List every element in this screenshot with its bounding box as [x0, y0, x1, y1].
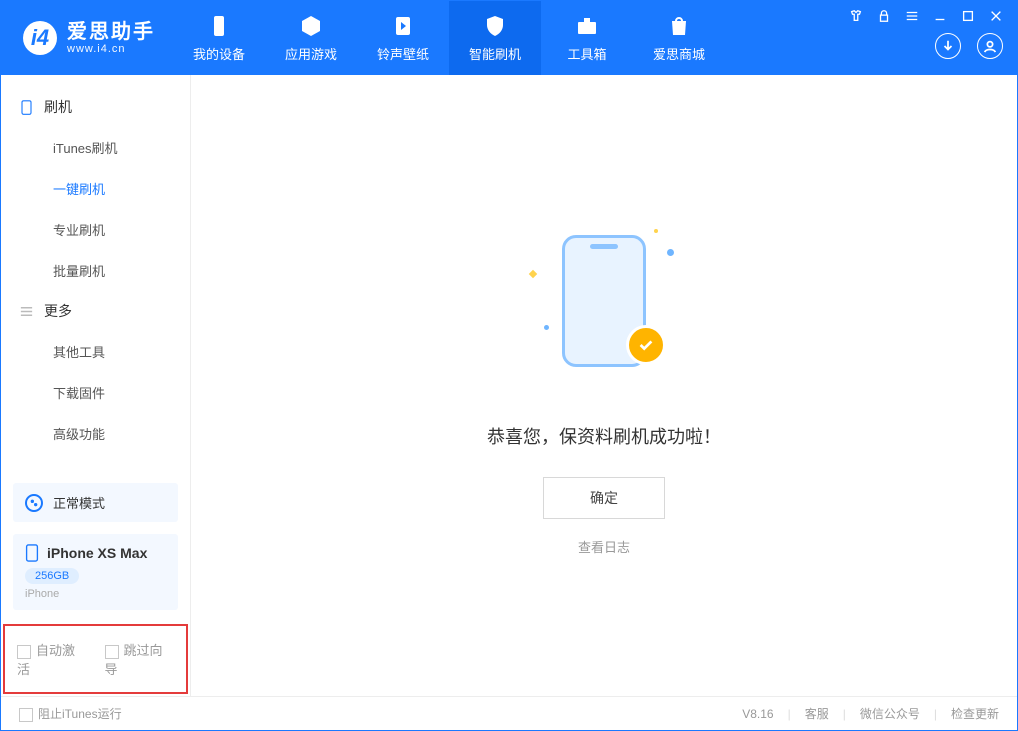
group-label: 刷机	[44, 97, 72, 117]
menu-icon[interactable]	[905, 9, 919, 25]
app-url: www.i4.cn	[67, 43, 155, 55]
nav-ringtones[interactable]: 铃声壁纸	[357, 1, 449, 75]
sidebar-group-more: 更多	[1, 291, 190, 331]
sidebar: 刷机 iTunes刷机 一键刷机 专业刷机 批量刷机 更多 其他工具 下载固件 …	[1, 75, 191, 696]
cube-icon	[299, 14, 323, 38]
download-icon[interactable]	[935, 33, 961, 59]
auto-activate-checkbox[interactable]: 自动激活	[17, 640, 87, 678]
device-card[interactable]: iPhone XS Max 256GB iPhone	[13, 534, 178, 610]
device-icon	[19, 100, 34, 115]
header-actions	[935, 33, 1003, 59]
main-content: 恭喜您，保资料刷机成功啦！ 确定 查看日志	[191, 75, 1017, 696]
device-capacity: 256GB	[25, 568, 79, 584]
phone-icon	[207, 14, 231, 38]
logo-text: 爱思助手 www.i4.cn	[67, 21, 155, 55]
device-name-row: iPhone XS Max	[25, 544, 166, 562]
nav-flash[interactable]: 智能刷机	[449, 1, 541, 75]
block-itunes-label: 阻止iTunes运行	[38, 707, 122, 721]
mode-card[interactable]: 正常模式	[13, 483, 178, 522]
sidebar-options: 自动激活 跳过向导	[3, 624, 188, 694]
minimize-button[interactable]	[933, 9, 947, 25]
sidebar-item-pro-flash[interactable]: 专业刷机	[1, 209, 190, 250]
nav-label: 我的设备	[193, 44, 245, 63]
header: i4 爱思助手 www.i4.cn 我的设备 应用游戏 铃声壁纸 智能刷机	[1, 1, 1017, 75]
nav-label: 应用游戏	[285, 44, 337, 63]
wechat-link[interactable]: 微信公众号	[860, 705, 920, 722]
check-badge-icon	[626, 325, 666, 365]
bag-icon	[667, 14, 691, 38]
check-update-link[interactable]: 检查更新	[951, 705, 999, 722]
success-illustration	[524, 215, 684, 395]
sidebar-group-flash: 刷机	[1, 87, 190, 127]
maximize-button[interactable]	[961, 9, 975, 25]
sidebar-item-firmware[interactable]: 下载固件	[1, 372, 190, 413]
window-controls	[849, 9, 1003, 25]
mode-label: 正常模式	[53, 493, 105, 512]
customer-service-link[interactable]: 客服	[805, 705, 829, 722]
user-icon[interactable]	[977, 33, 1003, 59]
success-message: 恭喜您，保资料刷机成功啦！	[487, 423, 721, 449]
footer: 阻止iTunes运行 V8.16 | 客服 | 微信公众号 | 检查更新	[1, 696, 1017, 730]
sidebar-item-oneclick-flash[interactable]: 一键刷机	[1, 168, 190, 209]
block-itunes-checkbox[interactable]: 阻止iTunes运行	[19, 705, 122, 722]
lock-icon[interactable]	[877, 9, 891, 25]
close-button[interactable]	[989, 9, 1003, 25]
list-icon	[19, 304, 34, 319]
version-label: V8.16	[742, 707, 773, 721]
top-nav: 我的设备 应用游戏 铃声壁纸 智能刷机 工具箱 爱思商城	[173, 1, 725, 75]
device-type: iPhone	[25, 588, 166, 600]
sidebar-item-advanced[interactable]: 高级功能	[1, 413, 190, 454]
phone-small-icon	[25, 544, 39, 562]
nav-store[interactable]: 爱思商城	[633, 1, 725, 75]
toolbox-icon	[575, 14, 599, 38]
group-label: 更多	[44, 301, 72, 321]
sidebar-item-itunes-flash[interactable]: iTunes刷机	[1, 127, 190, 168]
nav-my-device[interactable]: 我的设备	[173, 1, 265, 75]
view-log-link[interactable]: 查看日志	[578, 537, 630, 556]
skip-guide-checkbox[interactable]: 跳过向导	[105, 640, 175, 678]
nav-label: 爱思商城	[653, 44, 705, 63]
sidebar-item-other-tools[interactable]: 其他工具	[1, 331, 190, 372]
nav-toolbox[interactable]: 工具箱	[541, 1, 633, 75]
nav-label: 工具箱	[567, 44, 606, 63]
nav-apps[interactable]: 应用游戏	[265, 1, 357, 75]
body: 刷机 iTunes刷机 一键刷机 专业刷机 批量刷机 更多 其他工具 下载固件 …	[1, 75, 1017, 696]
app-name: 爱思助手	[67, 21, 155, 43]
sidebar-item-batch-flash[interactable]: 批量刷机	[1, 250, 190, 291]
ok-button[interactable]: 确定	[543, 477, 665, 519]
music-icon	[391, 14, 415, 38]
logo-icon: i4	[23, 21, 57, 55]
logo: i4 爱思助手 www.i4.cn	[1, 1, 173, 75]
shield-icon	[483, 14, 507, 38]
device-name: iPhone XS Max	[47, 545, 147, 561]
nav-label: 智能刷机	[469, 44, 521, 63]
mode-icon	[25, 494, 43, 512]
shirt-icon[interactable]	[849, 9, 863, 25]
app-window: i4 爱思助手 www.i4.cn 我的设备 应用游戏 铃声壁纸 智能刷机	[0, 0, 1018, 731]
nav-label: 铃声壁纸	[377, 44, 429, 63]
